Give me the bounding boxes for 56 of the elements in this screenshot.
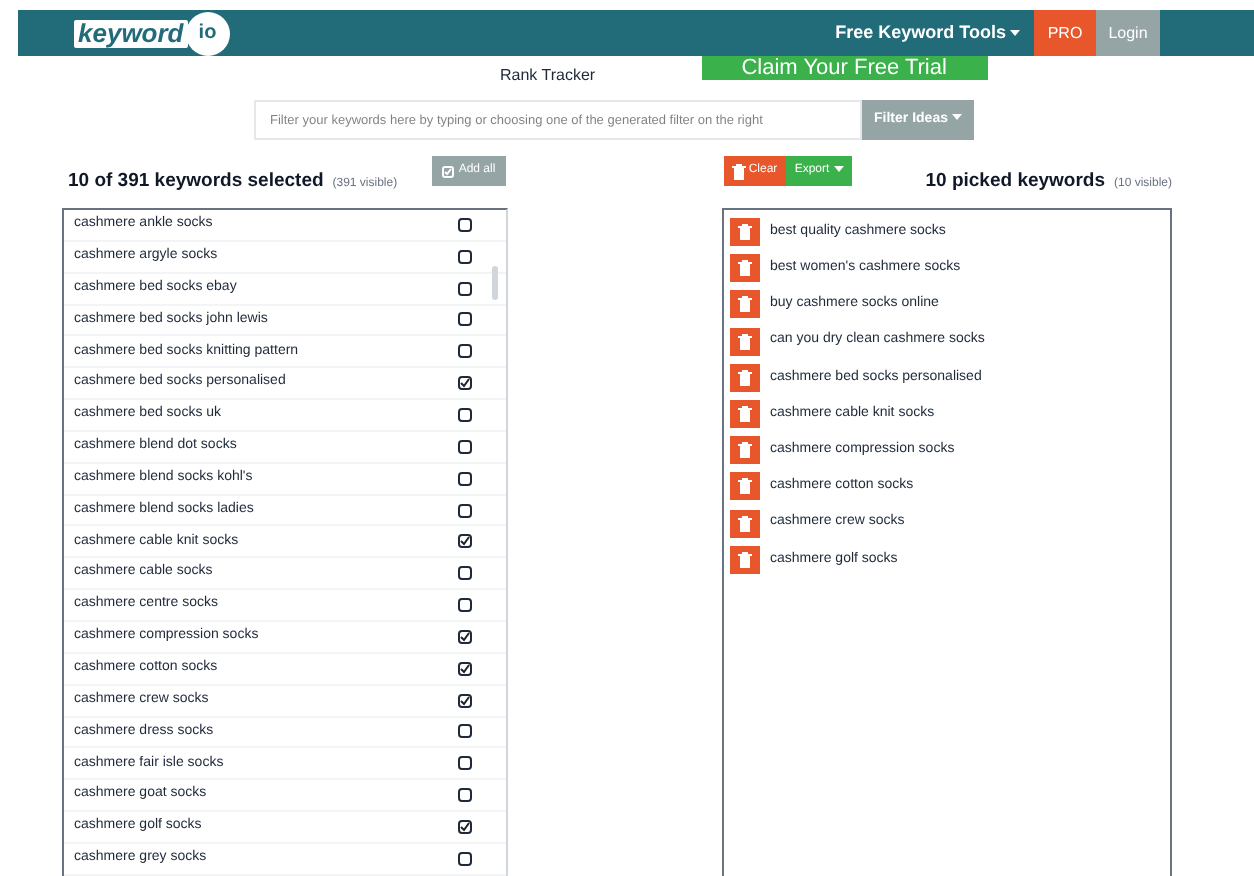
logo-badge: io — [185, 11, 230, 55]
checkbox-icon[interactable] — [458, 756, 472, 771]
login-button[interactable]: Login — [1096, 10, 1160, 56]
checked-box-icon[interactable] — [458, 693, 472, 708]
checkbox-icon[interactable] — [458, 724, 472, 739]
trash-icon — [738, 369, 752, 386]
caret-icon — [951, 114, 962, 121]
checkbox-icon[interactable] — [458, 439, 472, 454]
checkbox-icon — [442, 165, 455, 177]
remove-button[interactable] — [730, 472, 760, 501]
checkbox-icon[interactable] — [458, 471, 472, 486]
checked-box-icon[interactable] — [458, 534, 472, 549]
checkbox-icon[interactable] — [458, 566, 472, 581]
checkbox-icon[interactable] — [458, 249, 472, 264]
caret-icon — [833, 165, 844, 172]
checked-box-icon[interactable] — [458, 819, 472, 834]
remove-button[interactable] — [730, 436, 760, 465]
checkbox-icon[interactable] — [458, 312, 472, 327]
checkbox-icon[interactable] — [458, 851, 472, 866]
checked-box-icon[interactable] — [458, 376, 472, 391]
trash-icon — [738, 406, 752, 423]
trash-icon — [738, 515, 752, 532]
remove-button[interactable] — [730, 327, 760, 356]
checkbox-icon[interactable] — [458, 344, 472, 359]
remove-button[interactable] — [730, 290, 760, 319]
remove-button[interactable] — [730, 400, 760, 429]
checked-box-icon[interactable] — [458, 661, 472, 676]
tools-menu[interactable]: Free Keyword Tools — [835, 19, 1020, 47]
logo-text[interactable]: keyword — [72, 17, 190, 49]
checkbox-icon[interactable] — [458, 788, 472, 803]
picked-count: 10 picked keywords — [925, 170, 1106, 192]
checkbox-icon[interactable] — [458, 281, 472, 296]
trash-icon — [732, 163, 747, 179]
selected-count: 10 of 391 keywords selected — [68, 170, 324, 192]
remove-button[interactable] — [730, 545, 760, 574]
caret-icon — [1010, 29, 1020, 36]
remove-button[interactable] — [730, 254, 760, 283]
trash-icon — [738, 478, 752, 495]
remove-button[interactable] — [730, 218, 760, 247]
pro-button[interactable]: PRO — [1034, 10, 1096, 56]
trash-icon — [738, 442, 752, 459]
free-trial-button[interactable]: Claim Your Free Trial — [701, 56, 988, 80]
trash-icon — [738, 224, 752, 241]
scrollbar[interactable] — [492, 266, 498, 300]
checkbox-icon[interactable] — [458, 598, 472, 613]
checked-box-icon[interactable] — [458, 629, 472, 644]
remove-button[interactable] — [730, 509, 760, 538]
remove-button[interactable] — [730, 363, 760, 392]
checkbox-icon[interactable] — [458, 217, 472, 232]
trash-icon — [738, 260, 752, 277]
trash-icon — [738, 296, 752, 313]
trash-icon — [738, 333, 752, 350]
checkbox-icon[interactable] — [458, 407, 472, 422]
trash-icon — [738, 551, 752, 568]
banner-caption: Rank Tracker — [500, 64, 596, 88]
checkbox-icon[interactable] — [458, 503, 472, 518]
